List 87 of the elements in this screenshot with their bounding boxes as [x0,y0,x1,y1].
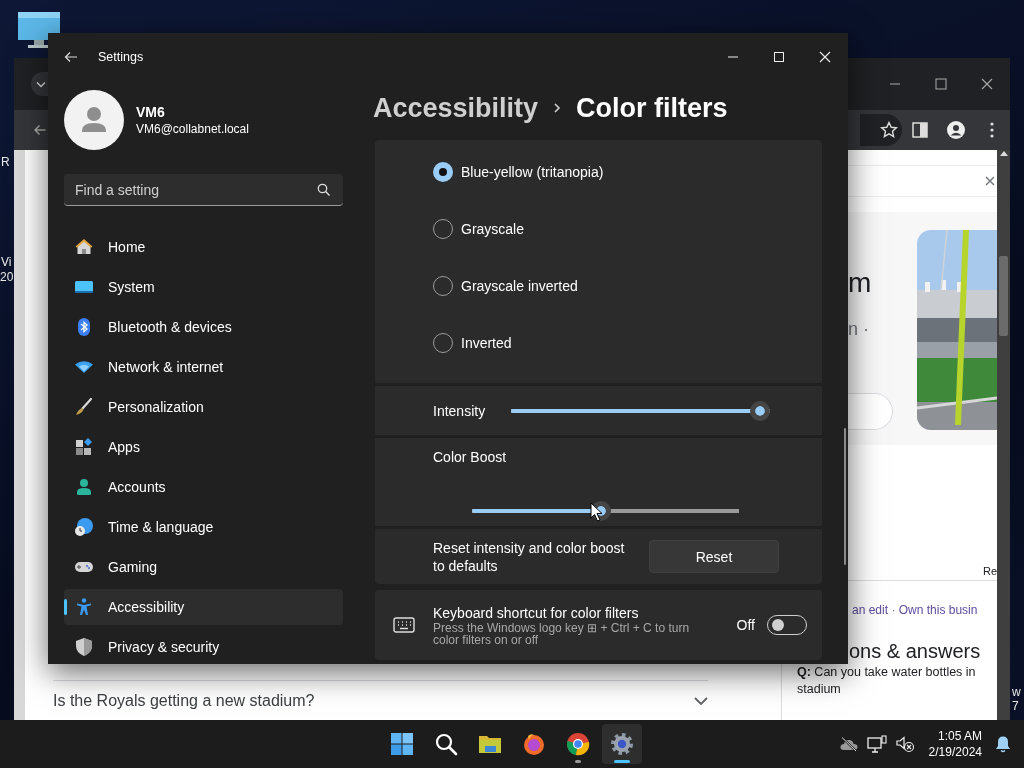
browser-icon [566,732,590,756]
radio-option[interactable]: Inverted [433,314,822,371]
icon-label: w [1012,685,1021,699]
nav-item[interactable]: Time & language [64,509,343,545]
user-name: VM6 [136,103,166,121]
nav-item[interactable]: System [64,269,343,305]
nav-item[interactable]: Accessibility [64,589,343,625]
profile-icon [946,120,966,140]
setting-title: Keyboard shortcut for color filters [433,604,640,622]
star-icon[interactable] [880,121,898,139]
taskbar-button[interactable] [602,724,642,764]
shield-icon [74,637,94,657]
image-credit: Re [982,565,997,577]
radio-option[interactable]: Grayscale inverted [433,257,822,314]
settings-icon [610,732,634,756]
icon-label: 20 [0,270,14,284]
icon-label: Vi [1,255,12,269]
place-title: m [848,266,873,300]
nav-item[interactable]: Bluetooth & devices [64,309,343,345]
nav-item[interactable]: Gaming [64,549,343,585]
cloud-off-icon[interactable] [838,736,859,752]
icon-label: 7 [1012,699,1019,713]
faq-question[interactable]: Is the Royals getting a new stadium? [53,691,315,710]
search-icon [317,183,331,197]
window-title: Settings [98,50,144,64]
monitor-icon [18,12,60,50]
scrollbar-thumb[interactable] [999,256,1008,336]
search-icon [434,732,458,756]
slider-label: Intensity [433,402,487,419]
radio-option[interactable]: Blue-yellow (tritanopia) [433,143,822,200]
maximize-icon [773,51,785,63]
keyboard-icon [393,617,415,633]
selection-indicator [64,599,67,615]
clock-date[interactable]: 2/19/2024 [928,744,982,760]
globe-clock-icon [74,517,94,537]
close-icon [819,51,831,63]
breadcrumb-link[interactable]: Accessibility [373,92,539,124]
notification-bell-icon[interactable] [994,735,1012,753]
separator-dot: · [891,603,896,617]
nav-item[interactable]: Privacy & security [64,629,343,664]
chevron-down-icon [36,80,46,88]
clock-time[interactable]: 1:05 AM [937,728,982,744]
side-panel-icon [911,121,929,139]
brush-icon [74,397,94,417]
link[interactable]: Own this busin [898,603,978,617]
back-arrow-icon [34,124,46,136]
slider-thumb[interactable] [750,400,770,421]
scrollbar-thumb[interactable] [844,428,846,565]
house-icon [74,237,94,257]
mouse-pointer-icon [590,502,604,522]
maximize-icon [935,78,947,90]
setting-description: Reset intensity and color boost to defaults [433,538,626,575]
close-icon[interactable] [985,176,995,186]
browser-icon [522,732,546,756]
nav-item[interactable]: Network & internet [64,349,343,385]
nav-item[interactable]: Home [64,229,343,265]
apps-icon [74,437,94,457]
nav-item[interactable]: Personalization [64,389,343,425]
section-title: ons & answers [848,640,982,662]
user-email: VM6@collabnet.local [136,121,249,137]
person-icon [74,477,94,497]
toggle-state-label: Off [736,617,755,633]
address-bar[interactable] [860,114,902,146]
volume-mute-icon[interactable] [894,735,915,753]
radio-option[interactable]: Grayscale [433,200,822,257]
person-silhouette-icon [79,105,109,135]
slider-label: Color Boost [433,448,508,466]
chevron-right-icon [552,101,563,115]
place-subtitle: n · [848,318,870,340]
back-arrow-icon [64,50,78,64]
nav-item[interactable]: Apps [64,429,343,465]
qa-question: Q: Can you take water bottles in stadium [796,664,977,698]
search-field[interactable]: Find a setting [64,174,343,206]
close-icon [981,78,993,90]
chevron-down-icon[interactable] [694,696,708,705]
reset-button[interactable]: Reset [649,540,779,573]
radio-button[interactable] [433,161,453,182]
network-icon[interactable] [866,735,887,753]
link[interactable]: an edit [852,603,889,617]
accessibility-icon [74,597,94,617]
page-title: Color filters [576,92,728,124]
icon-label: R [1,155,10,169]
nav-item[interactable]: Accounts [64,469,343,505]
more-icon [990,122,994,138]
setting-description: Press the Windows logo key ⊞ + Ctrl + C to turn color filters on or off [433,622,691,646]
windows-logo-icon [390,732,414,756]
tab-search-button[interactable] [31,72,48,96]
